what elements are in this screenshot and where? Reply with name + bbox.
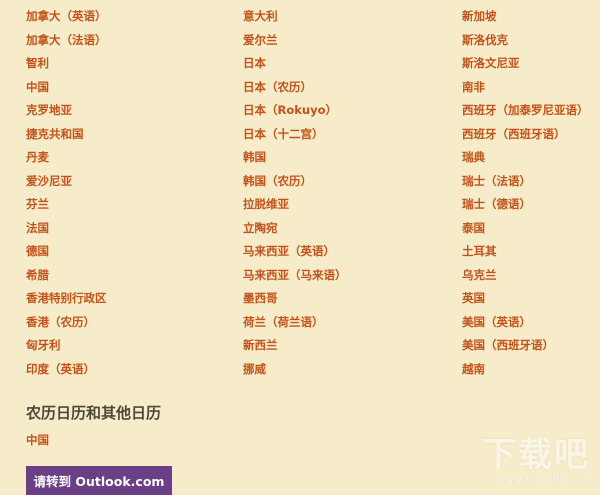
country-link[interactable]: 英国 — [462, 287, 600, 311]
country-link[interactable]: 法国 — [26, 217, 243, 241]
country-link[interactable]: 南非 — [462, 76, 600, 100]
country-link[interactable]: 克罗地亚 — [26, 99, 243, 123]
country-link[interactable]: 西班牙（西班牙语） — [462, 123, 600, 147]
country-link[interactable]: 瑞士（法语） — [462, 170, 600, 194]
country-link[interactable]: 日本（十二宫） — [243, 123, 462, 147]
country-link[interactable]: 香港特别行政区 — [26, 287, 243, 311]
country-link[interactable]: 韩国 — [243, 146, 462, 170]
country-link[interactable]: 斯洛伐克 — [462, 29, 600, 53]
watermark-logo: 下载吧 — [482, 435, 590, 475]
country-link[interactable]: 瑞典 — [462, 146, 600, 170]
country-link[interactable]: 匈牙利 — [26, 334, 243, 358]
country-link[interactable]: 智利 — [26, 52, 243, 76]
country-link[interactable]: 香港（农历） — [26, 311, 243, 335]
country-link[interactable]: 荷兰（荷兰语） — [243, 311, 462, 335]
country-link[interactable]: 西班牙（加泰罗尼亚语） — [462, 99, 600, 123]
site-watermark: 下载吧 www.xiazaiba.com — [482, 438, 590, 485]
country-link[interactable]: 越南 — [462, 358, 600, 382]
go-to-outlook-button[interactable]: 请转到 Outlook.com — [26, 466, 172, 495]
country-link[interactable]: 斯洛文尼亚 — [462, 52, 600, 76]
country-link[interactable]: 爱尔兰 — [243, 29, 462, 53]
country-link[interactable]: 立陶宛 — [243, 217, 462, 241]
country-link[interactable]: 加拿大（法语） — [26, 29, 243, 53]
country-link[interactable]: 韩国（农历） — [243, 170, 462, 194]
country-link[interactable]: 马来西亚（马来语） — [243, 264, 462, 288]
country-column-2: 意大利 爱尔兰 日本 日本（农历） 日本（Rokuyo） 日本（十二宫） 韩国 … — [243, 5, 462, 381]
country-link[interactable]: 加拿大（英语） — [26, 5, 243, 29]
country-link[interactable]: 美国（西班牙语） — [462, 334, 600, 358]
country-link[interactable]: 印度（英语） — [26, 358, 243, 382]
country-link[interactable]: 日本 — [243, 52, 462, 76]
country-link[interactable]: 瑞士（德语） — [462, 193, 600, 217]
country-link[interactable]: 捷克共和国 — [26, 123, 243, 147]
country-link[interactable]: 日本（农历） — [243, 76, 462, 100]
country-link[interactable]: 德国 — [26, 240, 243, 264]
country-link[interactable]: 泰国 — [462, 217, 600, 241]
country-link[interactable]: 拉脱维亚 — [243, 193, 462, 217]
country-link[interactable]: 美国（英语） — [462, 311, 600, 335]
country-column-3: 新加坡 斯洛伐克 斯洛文尼亚 南非 西班牙（加泰罗尼亚语） 西班牙（西班牙语） … — [462, 5, 600, 381]
country-link[interactable]: 墨西哥 — [243, 287, 462, 311]
section-heading: 农历日历和其他日历 — [26, 404, 162, 422]
country-link[interactable]: 希腊 — [26, 264, 243, 288]
country-link[interactable]: 中国 — [26, 76, 243, 100]
country-link[interactable]: 挪威 — [243, 358, 462, 382]
country-link[interactable]: 土耳其 — [462, 240, 600, 264]
country-column-1: 加拿大（英语） 加拿大（法语） 智利 中国 克罗地亚 捷克共和国 丹麦 爱沙尼亚… — [26, 5, 243, 381]
watermark-url: www.xiazaiba.com — [497, 474, 590, 485]
country-link-china-lunar[interactable]: 中国 — [26, 432, 49, 448]
country-calendar-grid: 加拿大（英语） 加拿大（法语） 智利 中国 克罗地亚 捷克共和国 丹麦 爱沙尼亚… — [26, 5, 600, 381]
country-link[interactable]: 意大利 — [243, 5, 462, 29]
country-link[interactable]: 新加坡 — [462, 5, 600, 29]
country-link[interactable]: 丹麦 — [26, 146, 243, 170]
country-link[interactable]: 爱沙尼亚 — [26, 170, 243, 194]
country-link[interactable]: 新西兰 — [243, 334, 462, 358]
country-link[interactable]: 马来西亚（英语） — [243, 240, 462, 264]
country-link[interactable]: 芬兰 — [26, 193, 243, 217]
country-link[interactable]: 日本（Rokuyo） — [243, 99, 462, 123]
country-link[interactable]: 乌克兰 — [462, 264, 600, 288]
